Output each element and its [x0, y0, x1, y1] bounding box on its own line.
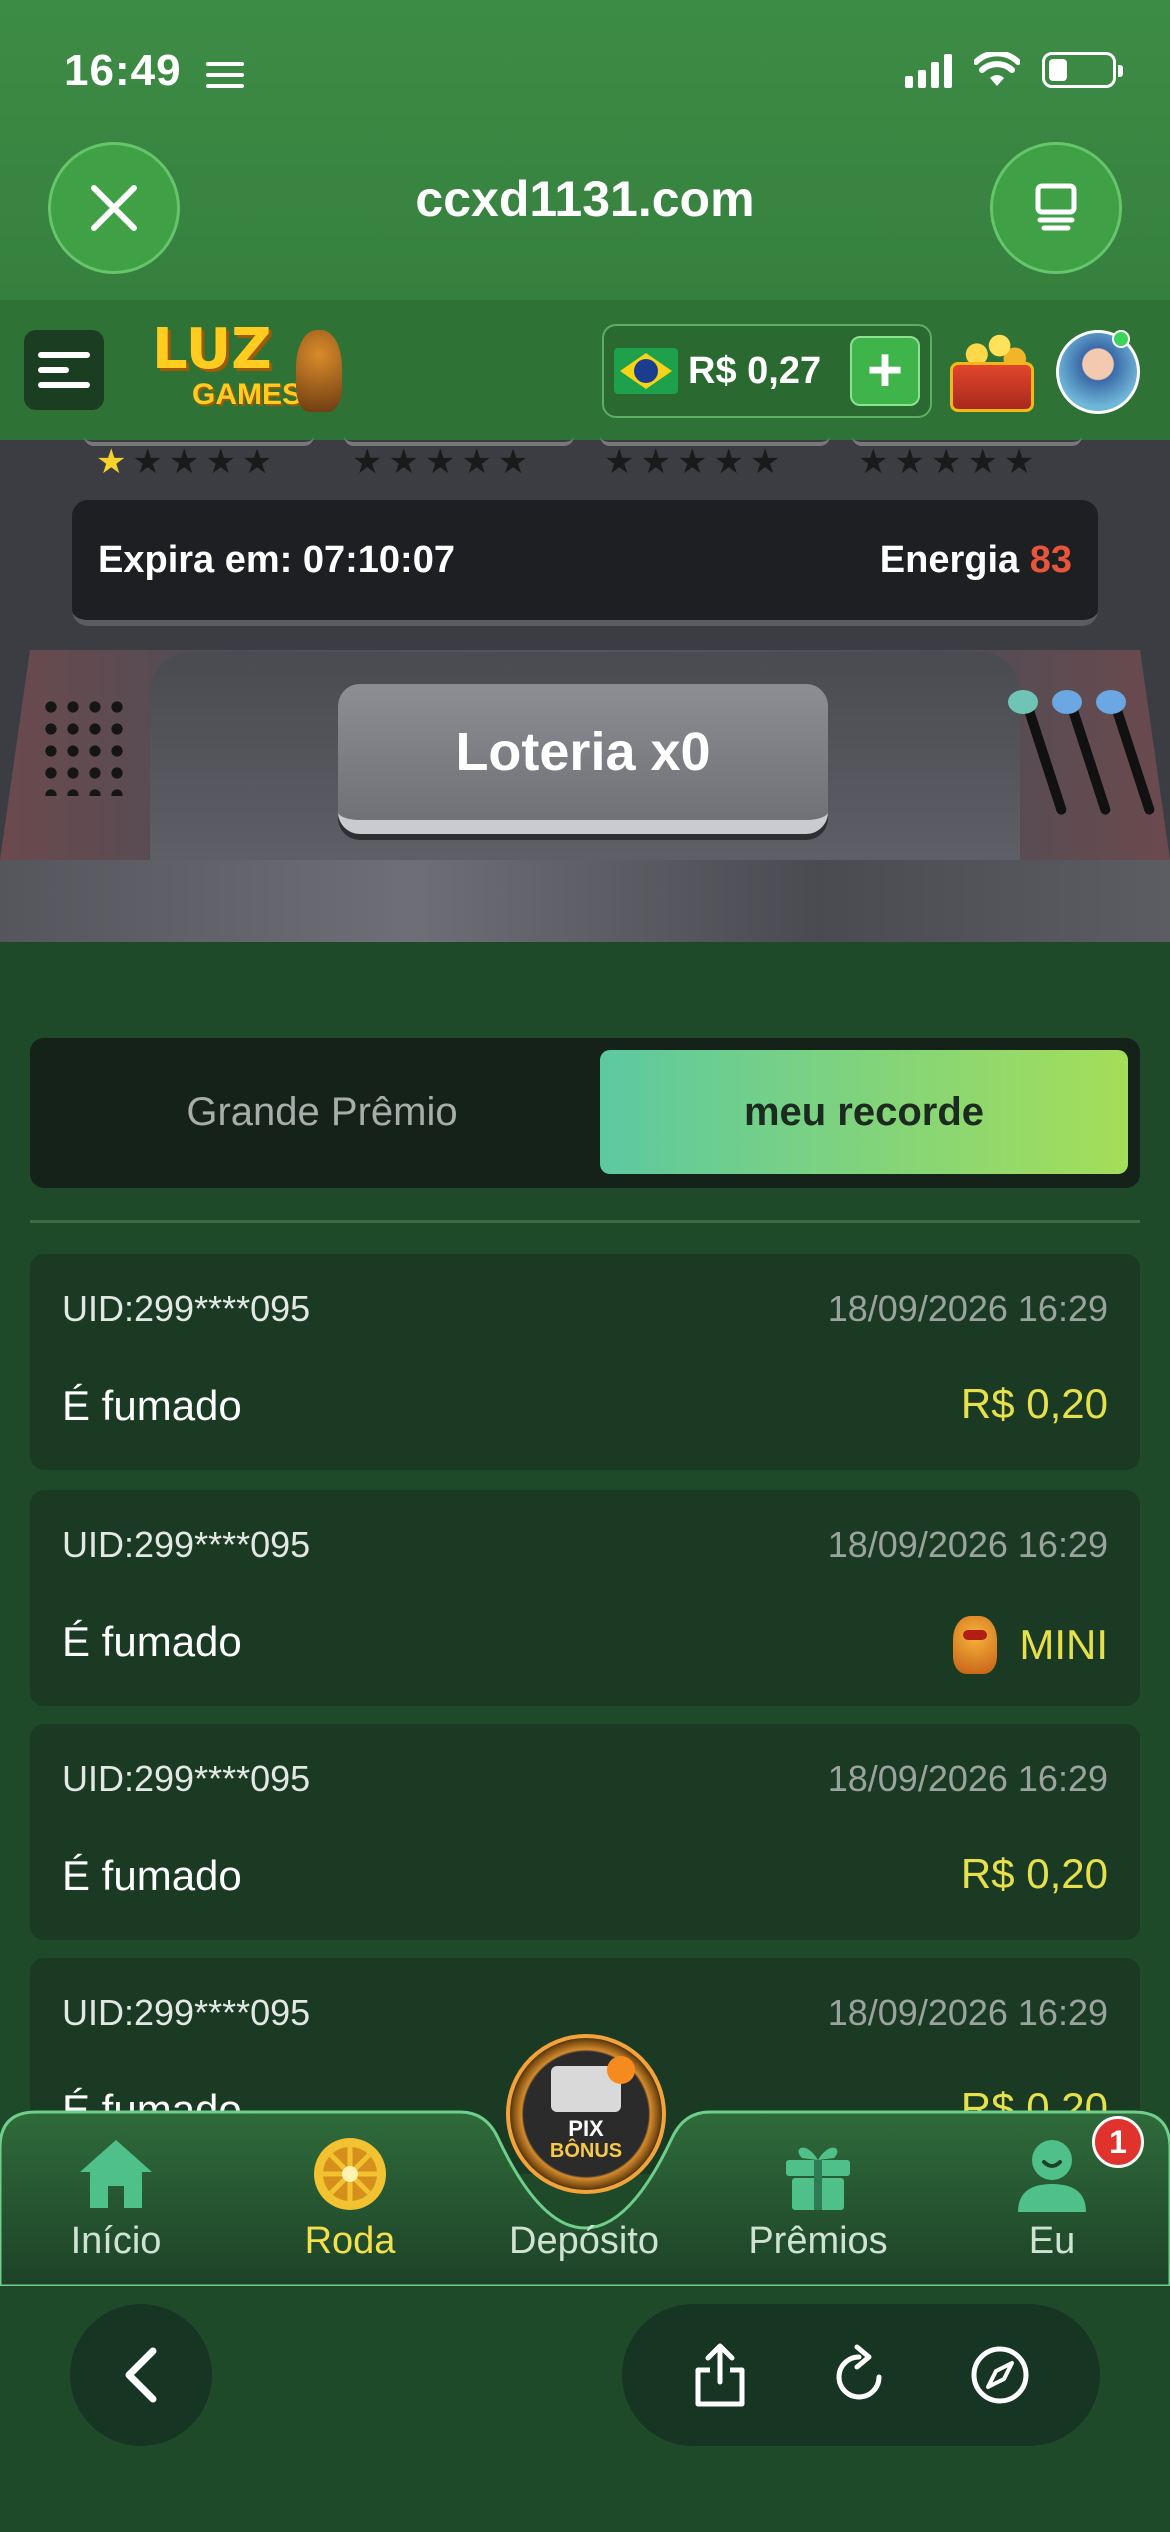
- home-icon: [80, 2140, 152, 2208]
- user-icon: [1018, 2140, 1086, 2212]
- balance-box: R$ 0,27 +: [602, 324, 932, 418]
- record-prize: MINI: [1019, 1621, 1108, 1668]
- tab-grand-prize[interactable]: Grande Prêmio: [42, 1050, 602, 1174]
- star-rating-3: ★★★★★: [604, 443, 787, 481]
- nav-item-home[interactable]: Início: [16, 2112, 216, 2272]
- record-uid: UID:299****095: [62, 1288, 311, 1329]
- notification-badge: 1: [1092, 2116, 1144, 2168]
- mini-jackpot-icon: [953, 1616, 998, 1674]
- online-status-dot: [1112, 330, 1130, 348]
- status-time: 16:49: [64, 46, 182, 95]
- record-time: 18/09/2026 16:29: [827, 1288, 1108, 1329]
- pix-bonus-icon: [551, 2056, 635, 2112]
- bonus-label: BÔNUS: [549, 2140, 623, 2162]
- list-item: UID:299****095 18/09/2026 16:29 É fumado…: [30, 1724, 1140, 1940]
- pix-bonus-button[interactable]: PIX BÔNUS: [506, 2034, 666, 2194]
- nav-label: Prêmios: [748, 2220, 888, 2262]
- brazil-flag-icon: [614, 348, 678, 394]
- record-name: É fumado: [62, 1618, 242, 1665]
- gift-icon: [786, 2147, 850, 2210]
- record-prize-group: MINI: [953, 1616, 1108, 1674]
- lottery-button[interactable]: Loteria x0: [338, 684, 828, 834]
- star-rating-2: ★★★★★: [352, 443, 535, 481]
- reload-icon[interactable]: [827, 2343, 891, 2407]
- nav-item-prizes[interactable]: Prêmios: [718, 2112, 918, 2272]
- signal-icon: [905, 52, 952, 88]
- wheel-icon: [314, 2138, 386, 2210]
- record-time: 18/09/2026 16:29: [827, 1524, 1108, 1565]
- status-indicators: [905, 52, 1123, 88]
- compass-icon[interactable]: [968, 2343, 1032, 2407]
- nav-label: Roda: [304, 2220, 396, 2262]
- menu-button[interactable]: [24, 330, 104, 410]
- list-item: UID:299****095 18/09/2026 16:29 É fumado…: [30, 1254, 1140, 1470]
- wifi-icon: [974, 52, 1020, 86]
- balance-value: R$ 0,27: [688, 349, 822, 392]
- record-name: É fumado: [62, 1852, 242, 1899]
- browser-header: 16:49 ccxd1131.com: [0, 0, 1170, 300]
- add-funds-button[interactable]: +: [850, 336, 920, 406]
- chevron-left-icon: [125, 2347, 157, 2403]
- tabs-button[interactable]: [990, 142, 1122, 274]
- mascot-icon: [296, 330, 342, 412]
- back-button[interactable]: [70, 2304, 212, 2446]
- lever-sliders: [1000, 690, 1156, 820]
- record-prize: R$ 0,20: [960, 1850, 1108, 1897]
- browser-actions: [622, 2304, 1100, 2446]
- star-rating-4: ★★★★★: [858, 443, 1041, 481]
- list-icon: [206, 62, 244, 88]
- record-time: 18/09/2026 16:29: [827, 1992, 1108, 2033]
- pix-label: PIX: [568, 2116, 604, 2141]
- machine-base: [0, 860, 1170, 942]
- app-logo[interactable]: LUZ GAMES: [152, 322, 342, 418]
- tabs-icon: [1035, 183, 1077, 231]
- treasure-chest-icon[interactable]: [944, 322, 1040, 418]
- star-rows: ★★★★★ ★★★★★ ★★★★★ ★★★★★: [0, 442, 1170, 492]
- list-item: UID:299****095 18/09/2026 16:29 É fumado…: [30, 1490, 1140, 1706]
- expire-bar: Expira em: 07:10:07 Energia 83: [72, 500, 1098, 626]
- divider: [30, 1220, 1140, 1223]
- speaker-grille: [40, 696, 130, 796]
- record-uid: UID:299****095: [62, 1758, 311, 1799]
- record-uid: UID:299****095: [62, 1992, 311, 2033]
- record-uid: UID:299****095: [62, 1524, 311, 1565]
- record-name: É fumado: [62, 1382, 242, 1429]
- share-icon[interactable]: [690, 2340, 750, 2410]
- record-prize: R$ 0,20: [960, 1380, 1108, 1427]
- nav-label: Eu: [1028, 2220, 1076, 2262]
- energy-label: Energia: [879, 538, 1020, 581]
- expire-timer: Expira em: 07:10:07: [98, 538, 455, 581]
- battery-icon: [1042, 52, 1123, 88]
- energy-value: 83: [1029, 538, 1072, 581]
- nav-item-wheel[interactable]: Roda: [250, 2112, 450, 2272]
- record-time: 18/09/2026 16:29: [827, 1758, 1108, 1799]
- nav-label: Início: [70, 2220, 162, 2262]
- tab-my-record[interactable]: meu recorde: [600, 1050, 1128, 1174]
- star-rating-1: ★★★★★: [96, 443, 279, 481]
- energy-readout: Energia 83: [880, 539, 1072, 582]
- nav-label: Depósito: [509, 2220, 659, 2262]
- record-tabs: Grande Prêmio meu recorde: [30, 1038, 1140, 1188]
